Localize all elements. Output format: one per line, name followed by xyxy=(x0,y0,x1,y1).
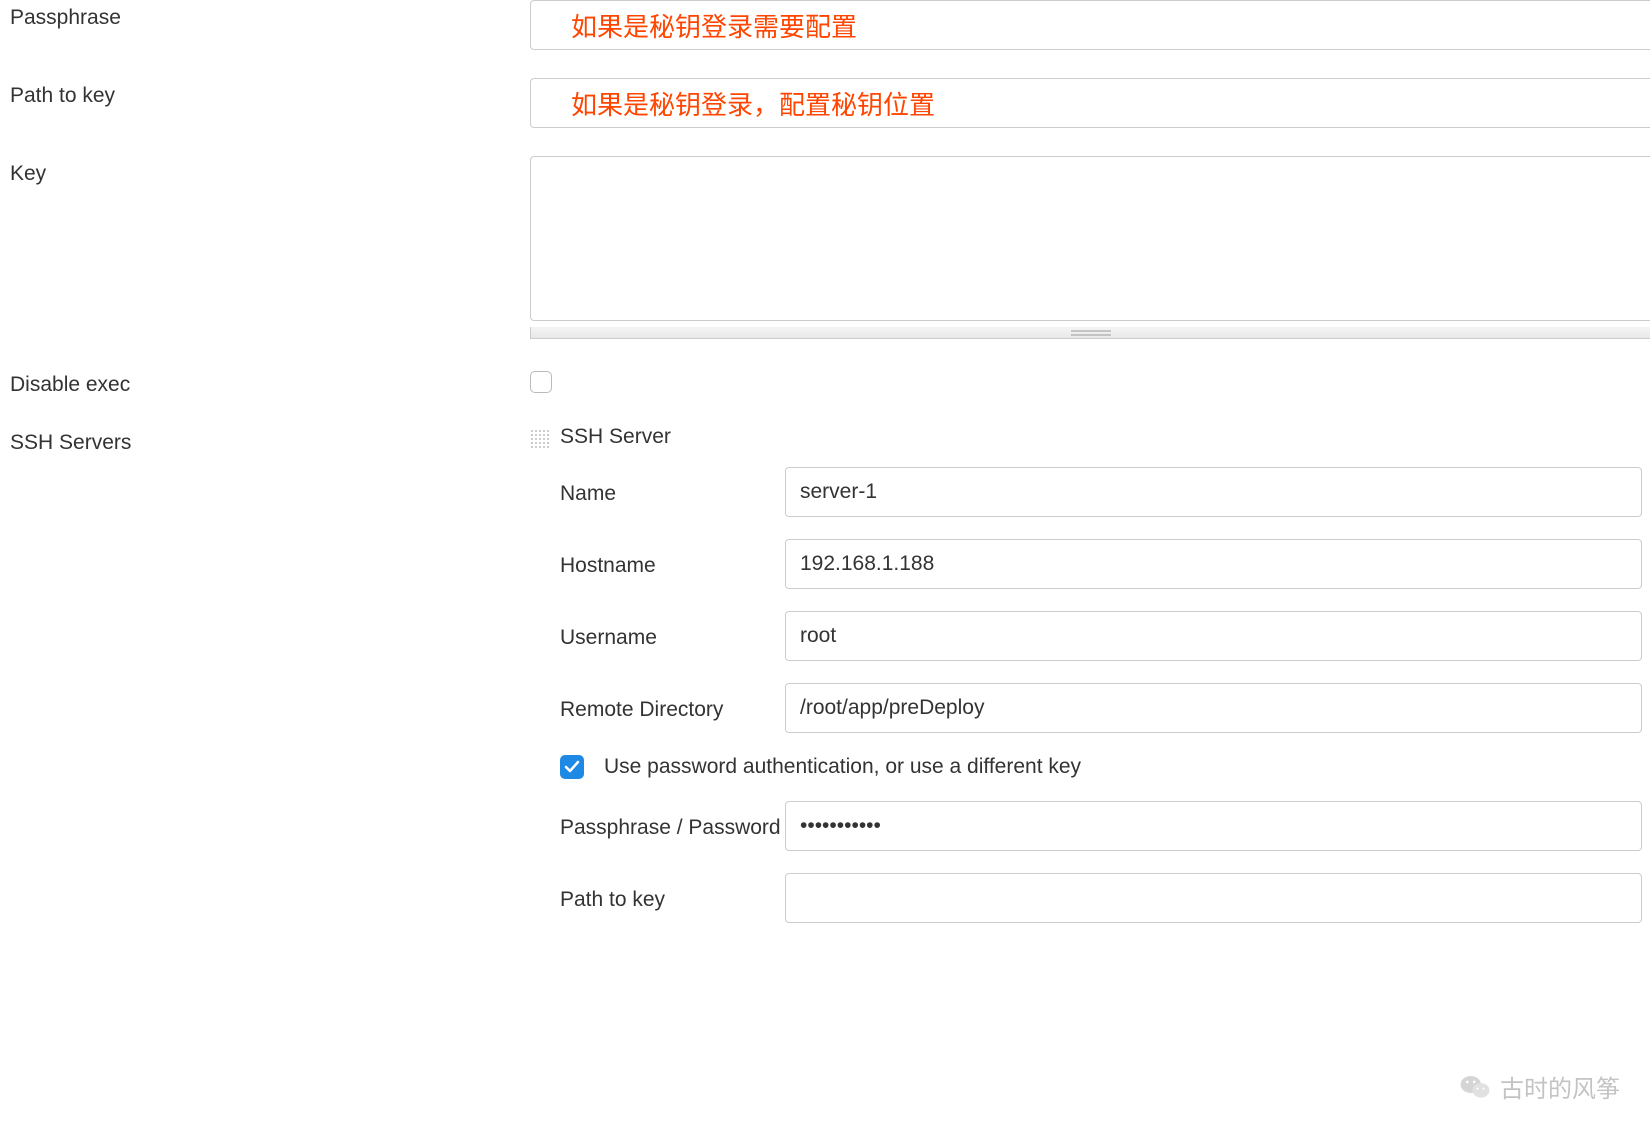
server-username-row: Username xyxy=(560,611,1650,661)
disable-exec-label: Disable exec xyxy=(0,367,530,397)
passphrase-row: Passphrase 如果是秘钥登录需要配置 xyxy=(0,0,1650,50)
textarea-resize-handle[interactable] xyxy=(530,327,1650,339)
disable-exec-checkbox[interactable] xyxy=(530,371,552,393)
passphrase-input[interactable]: 如果是秘钥登录需要配置 xyxy=(530,0,1650,50)
server-passphrase-label: Passphrase / Password xyxy=(560,812,785,840)
server-remote-dir-input[interactable] xyxy=(785,683,1642,733)
config-form: Passphrase 如果是秘钥登录需要配置 Path to key 如果是秘钥… xyxy=(0,0,1650,923)
server-remote-dir-label: Remote Directory xyxy=(560,694,785,722)
path-to-key-row: Path to key 如果是秘钥登录，配置秘钥位置 xyxy=(0,78,1650,128)
server-hostname-row: Hostname xyxy=(560,539,1650,589)
server-username-label: Username xyxy=(560,622,785,650)
passphrase-control: 如果是秘钥登录需要配置 xyxy=(530,0,1650,50)
wechat-icon xyxy=(1458,1070,1492,1104)
server-name-row: Name xyxy=(560,467,1650,517)
ssh-servers-label: SSH Servers xyxy=(0,425,530,455)
key-row: Key xyxy=(0,156,1650,339)
server-passphrase-input[interactable] xyxy=(785,801,1642,851)
server-hostname-input[interactable] xyxy=(785,539,1642,589)
server-hostname-label: Hostname xyxy=(560,550,785,578)
key-control xyxy=(530,156,1650,339)
grip-icon xyxy=(1071,330,1111,335)
passphrase-label: Passphrase xyxy=(0,0,530,30)
use-password-auth-row: Use password authentication, or use a di… xyxy=(560,755,1650,779)
path-to-key-label: Path to key xyxy=(0,78,530,108)
server-username-input[interactable] xyxy=(785,611,1642,661)
server-remote-dir-row: Remote Directory xyxy=(560,683,1650,733)
use-password-auth-checkbox[interactable] xyxy=(560,755,584,779)
watermark-text: 古时的风筝 xyxy=(1500,1069,1620,1104)
key-label: Key xyxy=(0,156,530,186)
path-to-key-input[interactable]: 如果是秘钥登录，配置秘钥位置 xyxy=(530,78,1650,128)
path-to-key-control: 如果是秘钥登录，配置秘钥位置 xyxy=(530,78,1650,128)
server-passphrase-row: Passphrase / Password xyxy=(560,801,1650,851)
server-pathkey-row: Path to key xyxy=(560,873,1650,923)
server-pathkey-input[interactable] xyxy=(785,873,1642,923)
watermark: 古时的风筝 xyxy=(1458,1069,1620,1104)
use-password-auth-label: Use password authentication, or use a di… xyxy=(604,755,1081,779)
ssh-servers-control: SSH Server Name Hostname Username xyxy=(530,425,1650,923)
server-name-input[interactable] xyxy=(785,467,1642,517)
key-textarea[interactable] xyxy=(530,156,1650,321)
ssh-servers-row: SSH Servers SSH Server Name Hostname Use xyxy=(0,425,1650,923)
server-name-label: Name xyxy=(560,478,785,506)
ssh-server-title: SSH Server xyxy=(560,425,1650,449)
drag-handle-icon[interactable] xyxy=(530,429,550,449)
server-pathkey-label: Path to key xyxy=(560,884,785,912)
disable-exec-control xyxy=(530,367,1650,393)
disable-exec-row: Disable exec xyxy=(0,367,1650,397)
check-icon xyxy=(564,759,580,775)
